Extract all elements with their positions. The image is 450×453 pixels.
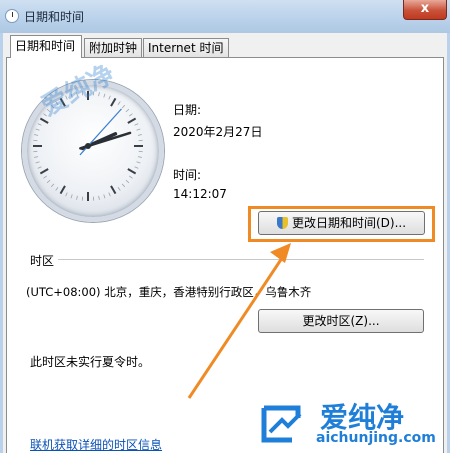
annotation-arrow bbox=[187, 243, 291, 399]
arrow-shaft bbox=[187, 254, 286, 399]
watermark-logo: 爱纯净 aichunjing.com bbox=[258, 398, 448, 450]
watermark-url: aichunjing.com bbox=[316, 430, 436, 446]
watermark-logo-icon bbox=[261, 405, 302, 443]
